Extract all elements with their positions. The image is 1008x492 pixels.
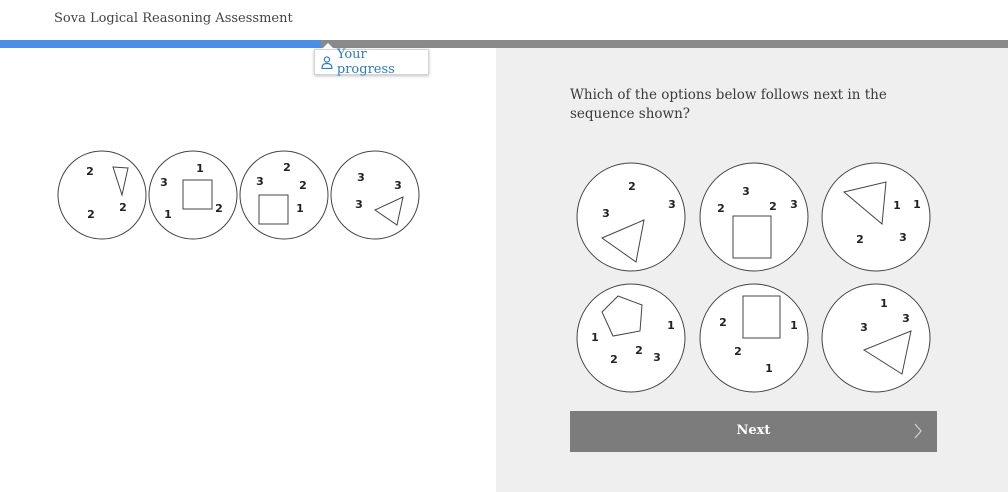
option-number: 2: [635, 344, 643, 357]
option-6[interactable]: 1 3 3: [821, 283, 931, 393]
option-number: 1: [880, 297, 888, 310]
option-number: 1: [790, 319, 798, 332]
option-number: 2: [717, 202, 725, 215]
sequence-number: 3: [256, 175, 264, 188]
option-5[interactable]: 2 1 2 1: [699, 283, 809, 393]
option-number: 3: [902, 312, 910, 325]
sequence-number: 2: [87, 208, 95, 221]
option-number: 3: [899, 231, 907, 244]
option-number: 2: [769, 200, 777, 213]
sequence-number: 1: [296, 202, 304, 215]
sequence-item: 2 2 2: [57, 150, 147, 240]
question-text: Which of the options below follows next …: [570, 87, 887, 122]
sequence-number: 3: [357, 171, 365, 184]
sequence-number: 3: [394, 179, 402, 192]
progress-marker: [313, 33, 328, 40]
question-panel: Which of the options below follows next …: [496, 48, 1008, 492]
option-number: 2: [610, 353, 618, 366]
sequence-number: 3: [355, 198, 363, 211]
next-button[interactable]: Next: [570, 411, 937, 452]
progress-bar: [0, 33, 1008, 48]
option-number: 2: [719, 316, 727, 329]
option-1[interactable]: 2 3 3: [576, 162, 686, 272]
option-number: 3: [602, 207, 610, 220]
page-title: Sova Logical Reasoning Assessment: [54, 11, 293, 26]
sequence-item: 3 3 3: [330, 150, 420, 240]
next-button-label: Next: [736, 423, 771, 438]
sequence-number: 3: [160, 176, 168, 189]
sequence-number: 2: [86, 165, 94, 178]
sequence-number: 2: [299, 179, 307, 192]
option-number: 1: [893, 199, 901, 212]
sequence-row: 2 2 2 1 3 2 1 2 3 2 1 3 3 3: [57, 150, 420, 240]
sequence-number: 2: [215, 202, 223, 215]
option-4[interactable]: 1 1 2 2 3: [576, 283, 686, 393]
option-number: 3: [668, 198, 676, 211]
option-number: 1: [591, 331, 599, 344]
option-2[interactable]: 3 2 2 3: [699, 162, 809, 272]
sequence-item: 2 3 2 1: [239, 150, 329, 240]
answer-options: 2 3 3 3 2 2 3 1 1 2 3 1 1 2 2 3 2 1 2 1 …: [576, 162, 931, 393]
chevron-right-icon: [914, 423, 922, 439]
sequence-number: 1: [164, 208, 172, 221]
option-number: 3: [742, 185, 750, 198]
option-number: 3: [653, 351, 661, 364]
progress-bar-fill: [0, 40, 321, 48]
header: Sova Logical Reasoning Assessment: [0, 0, 1008, 40]
sequence-number: 2: [119, 201, 127, 214]
progress-label: Your progress: [336, 47, 395, 77]
option-number: 1: [913, 198, 921, 211]
sequence-number: 1: [196, 162, 204, 175]
option-3[interactable]: 1 1 2 3: [821, 162, 931, 272]
person-icon: [321, 55, 333, 69]
option-number: 2: [734, 345, 742, 358]
option-number: 3: [790, 198, 798, 211]
sequence-number: 2: [283, 161, 291, 174]
option-number: 3: [860, 321, 868, 334]
option-number: 1: [667, 319, 675, 332]
sequence-item: 1 3 2 1: [148, 150, 238, 240]
option-number: 2: [628, 180, 636, 193]
option-number: 1: [765, 362, 773, 375]
progress-button[interactable]: Your progress: [314, 43, 429, 77]
option-number: 2: [856, 233, 864, 246]
